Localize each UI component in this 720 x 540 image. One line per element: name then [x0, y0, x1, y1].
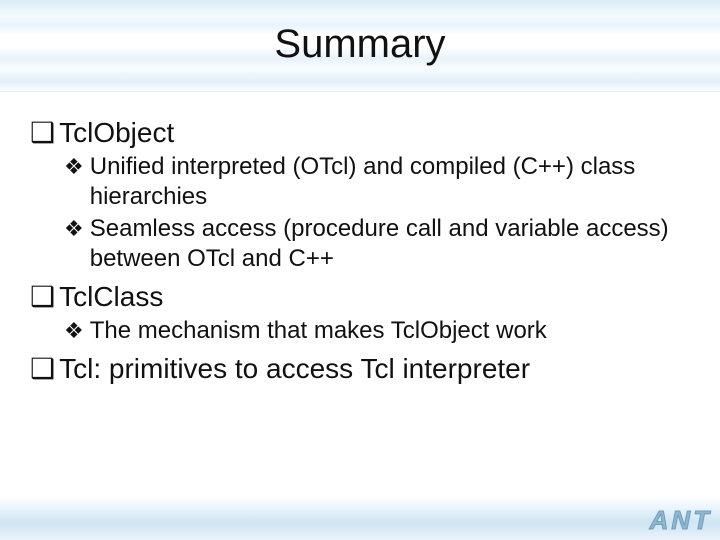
- list-subitem: ❖ The mechanism that makes TclObject wor…: [64, 316, 690, 346]
- diamond-bullet-icon: ❖: [64, 316, 84, 346]
- list-item-label: TclClass: [59, 280, 163, 314]
- slide-title: Summary: [0, 22, 720, 67]
- list-item: ❑ Tcl: primitives to access Tcl interpre…: [30, 352, 690, 386]
- list-subitem-label: Unified interpreted (OTcl) and compiled …: [90, 152, 690, 212]
- square-bullet-icon: ❑: [30, 116, 55, 150]
- list-subitem: ❖ Seamless access (procedure call and va…: [64, 214, 690, 274]
- diamond-bullet-icon: ❖: [64, 152, 84, 212]
- list-item: ❑ TclClass: [30, 280, 690, 314]
- list-subitem-label: The mechanism that makes TclObject work: [90, 316, 547, 346]
- square-bullet-icon: ❑: [30, 280, 55, 314]
- list-subitem: ❖ Unified interpreted (OTcl) and compile…: [64, 152, 690, 212]
- list-item-label: TclObject: [59, 116, 174, 150]
- slide: Summary ❑ TclObject ❖ Unified interprete…: [0, 0, 720, 540]
- brand-logo: ANT: [650, 505, 712, 536]
- diamond-bullet-icon: ❖: [64, 214, 84, 274]
- square-bullet-icon: ❑: [30, 352, 55, 386]
- footer-background: [0, 496, 720, 540]
- list-subitem-label: Seamless access (procedure call and vari…: [90, 214, 690, 274]
- list-item-label: Tcl: primitives to access Tcl interprete…: [59, 352, 530, 386]
- list-item: ❑ TclObject: [30, 116, 690, 150]
- slide-body: ❑ TclObject ❖ Unified interpreted (OTcl)…: [30, 110, 690, 388]
